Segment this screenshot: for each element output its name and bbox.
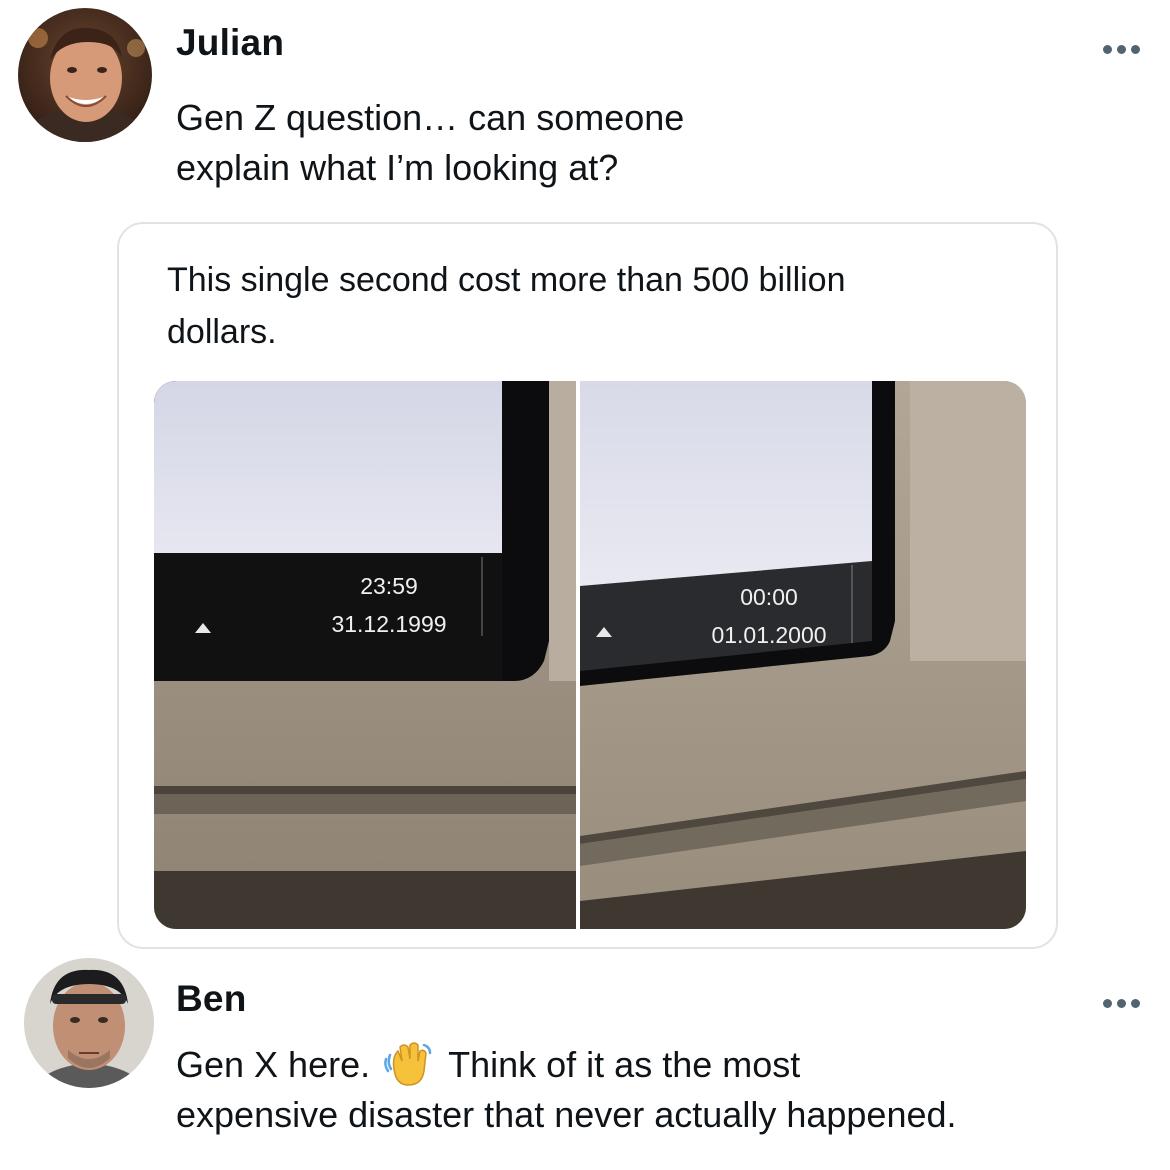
monitor-photo-image bbox=[154, 381, 576, 929]
quoted-tweet-card[interactable]: This single second cost more than 500 bi… bbox=[117, 222, 1058, 949]
clock-date: 01.01.2000 bbox=[711, 622, 827, 648]
avatar-julian[interactable] bbox=[18, 8, 152, 142]
avatar-julian-image bbox=[18, 8, 152, 142]
reply-text-segment: Think of it as the most bbox=[448, 1044, 801, 1085]
quoted-tweet-text: This single second cost more than 500 bi… bbox=[167, 254, 987, 358]
reply-text-line: expensive disaster that never actually h… bbox=[176, 1094, 957, 1135]
taskbar-clock: 00:00 01.01.2000 bbox=[674, 578, 864, 654]
more-dot bbox=[1131, 45, 1140, 54]
photo-1999[interactable]: 23:59 31.12.1999 bbox=[154, 381, 576, 929]
reply-more-menu[interactable] bbox=[1103, 999, 1140, 1008]
more-dot bbox=[1131, 999, 1140, 1008]
quoted-tweet-media[interactable]: 23:59 31.12.1999 00:00 01.01.2000 bbox=[154, 381, 1026, 929]
tweet-text-line: Gen Z question… can someone bbox=[176, 97, 685, 138]
clock-date: 31.12.1999 bbox=[331, 611, 447, 637]
tweet-text: Gen Z question… can someone explain what… bbox=[176, 93, 684, 193]
reply-text: Gen X here. Think of it as the most expe… bbox=[176, 1039, 1136, 1140]
monitor-photo-image bbox=[580, 381, 1026, 929]
tweet-text-line: explain what I’m looking at? bbox=[176, 147, 619, 188]
reply-text-line: Gen X here. Think of it as the most bbox=[176, 1039, 1136, 1090]
more-dot bbox=[1117, 45, 1126, 54]
waving-hand-icon bbox=[382, 1039, 434, 1087]
avatar-ben[interactable] bbox=[24, 958, 154, 1088]
more-dot bbox=[1117, 999, 1126, 1008]
tweet-author-name[interactable]: Julian bbox=[176, 22, 284, 64]
tweet-more-menu[interactable] bbox=[1103, 45, 1140, 54]
quoted-text-line: This single second cost more than 500 bi… bbox=[167, 261, 846, 299]
reply-author-name[interactable]: Ben bbox=[176, 978, 247, 1020]
taskbar-clock: 23:59 31.12.1999 bbox=[284, 567, 494, 643]
tray-expand-icon bbox=[596, 627, 612, 637]
more-dot bbox=[1103, 999, 1112, 1008]
clock-time: 00:00 bbox=[740, 584, 798, 610]
quoted-text-line: dollars. bbox=[167, 313, 277, 351]
tray-expand-icon bbox=[195, 623, 211, 633]
reply-text-segment: Gen X here. bbox=[176, 1044, 371, 1085]
more-dot bbox=[1103, 45, 1112, 54]
avatar-ben-image bbox=[24, 958, 154, 1088]
photo-2000[interactable]: 00:00 01.01.2000 bbox=[580, 381, 1026, 929]
clock-time: 23:59 bbox=[360, 573, 418, 599]
